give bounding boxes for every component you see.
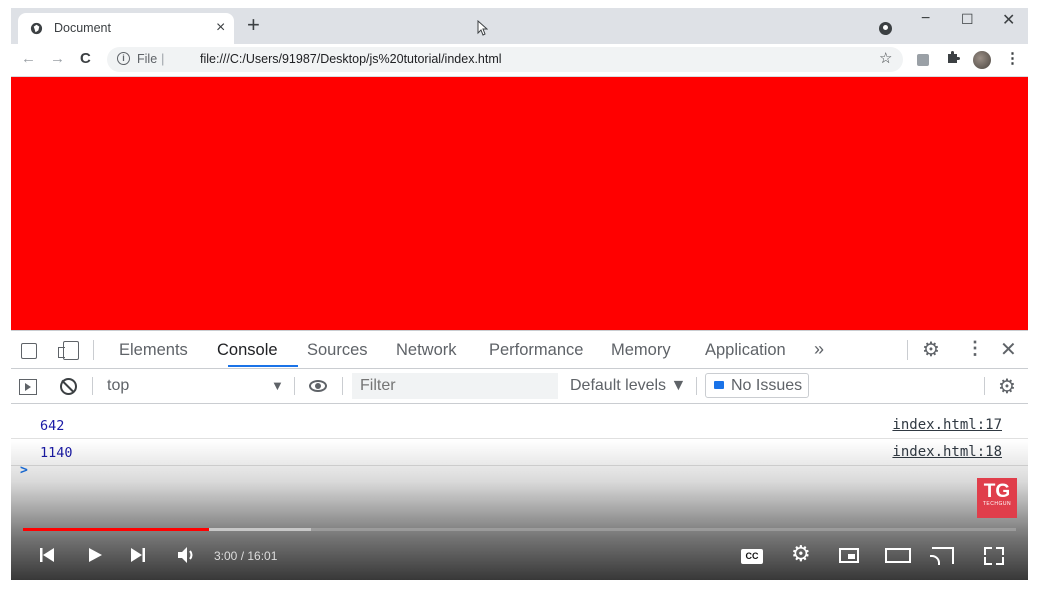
next-icon[interactable]	[130, 547, 146, 563]
context-selector[interactable]: top	[107, 377, 129, 395]
console-settings-gear-icon[interactable]: ⚙	[998, 374, 1016, 399]
console-log-row: 1140 index.html:18	[11, 439, 1028, 466]
url-text[interactable]: file:///C:/Users/91987/Desktop/js%20tuto…	[200, 52, 502, 66]
tab-elements[interactable]: Elements	[119, 341, 188, 360]
console-log-row: 642 index.html:17	[11, 412, 1028, 439]
devtools-close-button[interactable]: ✕	[1000, 337, 1017, 362]
reload-button[interactable]: C	[80, 50, 91, 67]
avatar[interactable]	[973, 51, 991, 69]
maximize-button[interactable]: ☐	[961, 11, 974, 28]
profile-indicator-icon[interactable]	[879, 22, 892, 35]
divider	[294, 377, 295, 395]
window-close-button[interactable]: ✕	[1002, 10, 1015, 30]
previous-icon[interactable]	[39, 547, 55, 563]
more-tabs-button[interactable]: »	[814, 339, 824, 360]
browser-toolbar: ← → C i File | file:///C:/Users/91987/Des…	[11, 44, 1028, 77]
tab-performance[interactable]: Performance	[489, 341, 583, 360]
page-viewport	[11, 77, 1028, 330]
inspect-element-icon[interactable]	[21, 343, 37, 359]
log-levels-dropdown[interactable]: Default levels ▼	[570, 377, 686, 395]
browser-menu-button[interactable]: ⋮	[1005, 49, 1020, 67]
settings-gear-icon[interactable]: ⚙	[791, 541, 811, 567]
console-prompt[interactable]: >	[20, 463, 28, 478]
log-source-link[interactable]: index.html:18	[892, 444, 1002, 460]
filter-input[interactable]	[352, 373, 558, 399]
back-button[interactable]: ←	[21, 50, 36, 67]
fullscreen-icon[interactable]	[984, 547, 1004, 565]
divider	[93, 340, 94, 360]
divider	[342, 377, 343, 395]
log-source-link[interactable]: index.html:17	[892, 417, 1002, 433]
tab-sources[interactable]: Sources	[307, 341, 368, 360]
tab-console[interactable]: Console	[217, 341, 278, 360]
theater-mode-icon[interactable]	[885, 548, 911, 563]
channel-logo[interactable]: TG TECHGUN	[977, 478, 1017, 518]
forward-button[interactable]: →	[50, 50, 65, 67]
tab-network[interactable]: Network	[396, 341, 457, 360]
minimize-button[interactable]: −	[921, 10, 930, 28]
info-icon[interactable]: i	[117, 52, 130, 65]
play-icon[interactable]	[87, 547, 103, 563]
tab-close-button[interactable]: ×	[216, 19, 225, 37]
log-value: 642	[40, 418, 65, 434]
eye-icon[interactable]	[309, 380, 327, 392]
console-toolbar: top ▼ Default levels ▼ No Issues ⚙	[11, 369, 1028, 404]
volume-icon[interactable]	[177, 546, 197, 564]
divider	[907, 340, 908, 360]
address-bar[interactable]: i File | file:///C:/Users/91987/Desktop/j…	[107, 47, 903, 72]
clear-console-icon[interactable]	[60, 378, 77, 395]
played-bar	[23, 528, 210, 531]
cast-icon[interactable]	[930, 547, 954, 565]
extension-icon[interactable]	[917, 54, 929, 66]
issues-label: No Issues	[731, 377, 803, 394]
divider	[696, 377, 697, 395]
puzzle-icon[interactable]	[946, 50, 960, 64]
browser-tab[interactable]: Document ×	[18, 13, 234, 44]
tab-application[interactable]: Application	[705, 341, 786, 360]
message-icon	[714, 381, 724, 389]
sidebar-toggle-icon[interactable]	[19, 379, 37, 395]
device-toolbar-icon[interactable]	[58, 341, 79, 360]
url-scheme-label: File |	[137, 52, 165, 66]
tab-memory[interactable]: Memory	[611, 341, 671, 360]
divider	[984, 377, 985, 395]
issues-button[interactable]: No Issues	[705, 373, 809, 398]
devtools-menu-button[interactable]: ⋮	[966, 338, 984, 359]
chevron-down-icon[interactable]: ▼	[271, 378, 284, 393]
video-time: 3:00 / 16:01	[214, 549, 278, 563]
captions-icon[interactable]: CC	[741, 549, 763, 564]
settings-gear-icon[interactable]: ⚙	[922, 337, 940, 362]
mouse-cursor-icon	[477, 20, 488, 36]
log-value: 1140	[40, 445, 73, 461]
tab-strip: Document × + − ☐ ✕	[11, 8, 1028, 44]
devtools-panel: Elements Console Sources Network Perform…	[11, 330, 1028, 580]
globe-icon	[30, 22, 43, 35]
browser-window: Document × + − ☐ ✕ ← → C i File | file://…	[11, 8, 1028, 580]
devtools-tab-bar: Elements Console Sources Network Perform…	[11, 331, 1028, 369]
divider	[92, 377, 93, 395]
active-tab-indicator	[228, 365, 298, 367]
tab-title: Document	[54, 21, 111, 35]
new-tab-button[interactable]: +	[247, 12, 260, 38]
video-progress-bar[interactable]	[23, 528, 1016, 531]
bookmark-star-icon[interactable]: ☆	[879, 49, 892, 67]
miniplayer-icon[interactable]	[839, 548, 859, 563]
